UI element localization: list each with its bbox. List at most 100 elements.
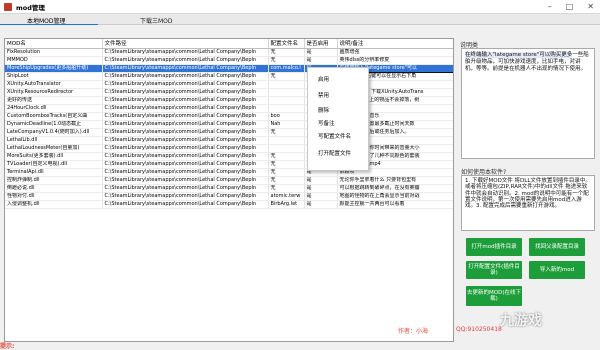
cell-config-file[interactable] [268,104,305,113]
table-row[interactable]: MoreShipUpgrades(更多船舶升级) C:\SteamLibrary\… [5,63,453,73]
cell-file-path[interactable]: C:\SteamLibrary\steamapps\common\Lethal … [102,184,269,193]
cell-file-path[interactable]: C:\SteamLibrary\steamapps\common\Lethal … [102,160,269,169]
cell-config-file[interactable] [268,88,305,97]
table-row[interactable]: 入侵调整机.dll C:\SteamLibrary\steamapps\commo… [5,200,453,209]
cell-mod-name[interactable]: CustomBoomboxTracks(自定义曲 [5,112,103,121]
cell-description[interactable]: 无论你手里拿着什么 只要背包里有 [337,176,453,185]
table-row[interactable]: 怪物对付.dll C:\SteamLibrary\steamapps\common… [5,192,453,201]
table-row[interactable]: DynamicDeadline(1.0动态截止 C:\SteamLibrary\s… [5,120,453,129]
cell-mod-name[interactable]: LethalLoudnessMeter(自量加) [5,144,103,153]
cell-config-file[interactable]: 无 [268,176,305,185]
table-row[interactable]: 控制炸弹制.dll C:\SteamLibrary\steamapps\commo… [5,176,453,185]
table-row[interactable]: CustomBoomboxTracks(自定义曲 C:\SteamLibrary\… [5,112,453,121]
cell-file-path[interactable]: C:\SteamLibrary\steamapps\common\Lethal … [102,72,269,81]
maximize-icon[interactable]: □ [566,2,574,11]
cell-file-path[interactable]: C:\SteamLibrary\steamapps\common\Lethal … [102,96,269,105]
cell-description[interactable]: 英伟dlss的分辨率修复 [337,56,453,65]
table-row[interactable]: MoreSuits(更多套装).dll C:\SteamLibrary\steam… [5,152,453,161]
cell-file-path[interactable]: C:\SteamLibrary\steamapps\common\Lethal … [102,136,269,145]
cell-enabled[interactable]: 是 [304,176,338,185]
cell-description[interactable]: 颜能主控舰一共两台可以看着 [337,200,453,209]
cell-config-file[interactable]: Nah [268,120,305,129]
cell-config-file[interactable]: 无 [268,128,305,137]
table-row[interactable]: LethalLib.dll C:\SteamLibrary\steamapps\c… [5,136,453,145]
cell-mod-name[interactable]: 24HourClock.dll [5,104,103,113]
cell-mod-name[interactable]: TerminalApi.dll [5,168,103,177]
cell-config-file[interactable]: 无 [268,48,305,57]
table-row[interactable]: TVLoader(自定义电视).dll C:\SteamLibrary\steam… [5,160,453,169]
cell-file-path[interactable]: C:\SteamLibrary\steamapps\common\Lethal … [102,104,269,113]
cell-enabled[interactable]: 是 [304,184,338,193]
header-config-file[interactable]: 配置文件名 [268,39,305,49]
table-row[interactable]: MMMOD C:\SteamLibrary\steamapps\common\Le… [5,56,453,65]
cell-description[interactable]: 可以根据跳转到破碎点，在没有雾霾 [337,184,453,193]
cell-file-path[interactable]: C:\SteamLibrary\steamapps\common\Lethal … [102,144,269,153]
cell-file-path[interactable]: C:\SteamLibrary\steamapps\common\Lethal … [102,120,269,129]
cell-mod-name[interactable]: 入侵调整机.dll [5,200,103,209]
menu-item-open-config[interactable]: 打开配置文件 [318,149,351,157]
close-icon[interactable]: ✕ [587,2,594,11]
cell-mod-name[interactable]: 更好的传送 [5,96,103,105]
minimize-icon[interactable]: – [548,2,552,11]
mod-table[interactable]: MOD名 文件路径 配置文件名 是否启用 说明/备注 FixResolution… [4,38,454,342]
cell-file-path[interactable]: C:\SteamLibrary\steamapps\common\Lethal … [102,128,269,137]
header-file-path[interactable]: 文件路径 [102,39,269,49]
cell-config-file[interactable] [268,80,305,89]
menu-item-delete[interactable]: 删除 [318,106,329,114]
cell-mod-name[interactable]: LethalLib.dll [5,136,103,145]
cell-config-file[interactable]: 无 [268,160,305,169]
menu-item-write-note[interactable]: 写备注 [318,119,335,127]
cell-mod-name[interactable]: DynamicDeadline(1.0动态截止 [5,120,103,129]
cell-config-file[interactable] [268,136,305,145]
header-enabled[interactable]: 是否启用 [304,39,338,49]
description-textbox[interactable]: 在终端输入"lategame store"可以购买更多一些船舶升级物品，可加快游… [461,48,595,159]
cell-description[interactable]: 地图的怪物的在上角会显示当前对战 [337,192,453,201]
cell-config-file[interactable]: 无 [268,168,305,177]
open-config-folder-button[interactable]: 打开配置文件(插件目录) [466,261,522,279]
table-row[interactable]: XUnity.ResourceRedirector C:\SteamLibrary… [5,88,453,97]
header-mod-name[interactable]: MOD名 [5,39,103,49]
cell-enabled[interactable]: 是 [304,56,338,65]
cell-config-file[interactable]: 无 [268,56,305,65]
tab-download-mod[interactable]: 下载三MOD [140,16,173,25]
cell-file-path[interactable]: C:\SteamLibrary\steamapps\common\Lethal … [102,152,269,161]
cell-mod-name[interactable]: TVLoader(自定义电视).dll [5,160,103,169]
import-mod-button[interactable]: 导入新的mod [529,261,585,279]
cell-config-file[interactable] [268,144,305,153]
menu-item-disable[interactable]: 禁用 [318,91,329,99]
cell-file-path[interactable]: C:\SteamLibrary\steamapps\common\Lethal … [102,64,269,73]
cell-config-file[interactable]: atomic.terw [268,192,305,201]
table-row[interactable]: LateCompanyV1.0.4(随时加入).dll C:\SteamLibra… [5,128,453,137]
cell-config-file[interactable]: 无 [268,72,305,81]
cell-mod-name[interactable]: FixResolution [5,48,103,57]
cell-file-path[interactable]: C:\SteamLibrary\steamapps\common\Lethal … [102,88,269,97]
cell-mod-name[interactable]: 怪物对付.dll [5,192,103,201]
cell-config-file[interactable]: com.malco.l [268,64,305,73]
cell-mod-name[interactable]: XUnity.ResourceRedirector [5,88,103,97]
cell-mod-name[interactable]: MMMOD [5,56,103,65]
cell-config-file[interactable]: 无 [268,184,305,193]
cell-file-path[interactable]: C:\SteamLibrary\steamapps\common\Lethal … [102,176,269,185]
cell-config-file[interactable]: BirbArg.let [268,200,305,209]
cell-file-path[interactable]: C:\SteamLibrary\steamapps\common\Lethal … [102,200,269,209]
cell-mod-name[interactable]: LateCompanyV1.0.4(随时加入).dll [5,128,103,137]
cell-enabled[interactable]: 是 [304,48,338,57]
download-more-button[interactable]: 去更新的MOD(在线下载) [466,286,522,306]
table-row[interactable]: 更好的传送 C:\SteamLibrary\steamapps\common\Le… [5,96,453,105]
header-description[interactable]: 说明/备注 [337,39,453,49]
cell-mod-name[interactable]: XUnity.AutoTranslator [5,80,103,89]
help-textbox[interactable]: 1. 下载好MOD文件 将DLL文件放置到插件目录中。或者将压缩包(ZIP,RA… [461,175,595,231]
cell-mod-name[interactable]: ShipLoot [5,72,103,81]
cell-config-file[interactable]: boo [268,112,305,121]
table-row[interactable]: ShipLoot C:\SteamLibrary\steamapps\common… [5,72,453,81]
cell-enabled[interactable]: 是 [304,200,338,209]
cell-file-path[interactable]: C:\SteamLibrary\steamapps\common\Lethal … [102,192,269,201]
cell-description[interactable]: 画质增强 [337,48,453,57]
cell-enabled[interactable]: 是 [304,192,338,201]
table-row[interactable]: 24HourClock.dll C:\SteamLibrary\steamapps… [5,104,453,113]
cell-file-path[interactable]: C:\SteamLibrary\steamapps\common\Lethal … [102,80,269,89]
cell-file-path[interactable]: C:\SteamLibrary\steamapps\common\Lethal … [102,112,269,121]
table-row[interactable]: FixResolution C:\SteamLibrary\steamapps\c… [5,48,453,57]
cell-mod-name[interactable]: MoreSuits(更多套装).dll [5,152,103,161]
menu-item-enable[interactable]: 启用 [318,75,329,83]
